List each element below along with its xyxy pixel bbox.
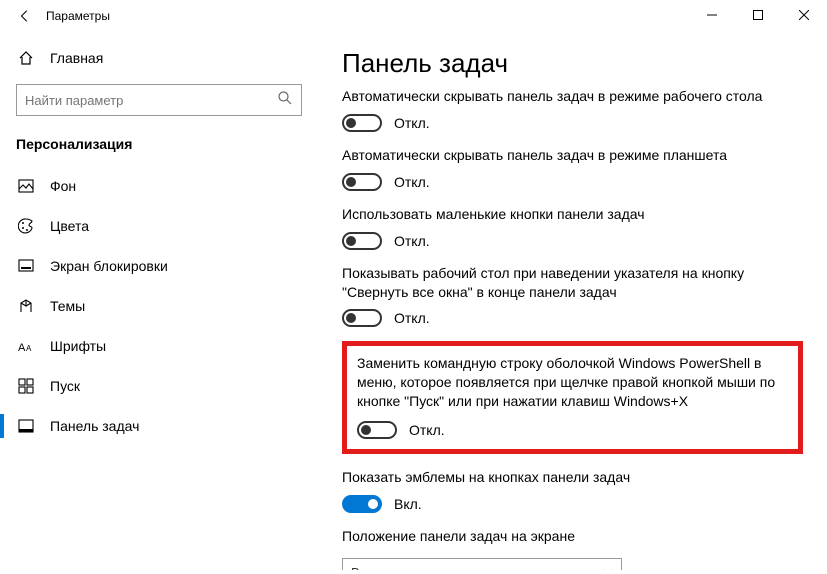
setting-description: Положение панели задач на экране [342,527,803,546]
sidebar-item-label: Фон [50,178,76,194]
toggle-powershell[interactable] [357,421,397,439]
svg-text:A: A [26,344,32,353]
setting-description: Использовать маленькие кнопки панели зад… [342,205,803,224]
sidebar: Главная Персонализация Фон Цвета Экран б… [0,32,318,574]
toggle-peek-desktop[interactable] [342,309,382,327]
page-title: Панель задач [342,48,803,79]
search-field[interactable] [25,93,277,108]
sidebar-item-label: Шрифты [50,338,106,354]
home-label: Главная [50,50,103,66]
toggle-state-label: Откл. [409,422,445,438]
start-icon [16,378,36,394]
toggle-state-label: Откл. [394,115,430,131]
toggle-state-label: Откл. [394,310,430,326]
sidebar-item-label: Цвета [50,218,89,234]
content-area: Панель задач Автоматически скрывать пане… [318,32,827,574]
chevron-down-icon [603,564,613,570]
sidebar-item-fonts[interactable]: AA Шрифты [0,326,318,366]
maximize-button[interactable] [735,0,781,30]
back-button[interactable] [10,1,40,31]
section-title: Персонализация [0,116,318,166]
search-icon [277,90,293,111]
sidebar-item-label: Темы [50,298,85,314]
sidebar-item-label: Пуск [50,378,80,394]
setting-description: Заменить командную строку оболочкой Wind… [357,354,788,411]
home-icon [16,50,36,66]
svg-text:A: A [18,342,26,353]
toggle-state-label: Вкл. [394,496,422,512]
window-controls [689,0,827,30]
search-input[interactable] [16,84,302,116]
palette-icon [16,218,36,234]
window-title: Параметры [46,9,110,23]
themes-icon [16,298,36,314]
setting-autohide-desktop: Автоматически скрывать панель задач в ре… [342,87,803,132]
picture-icon [16,178,36,194]
minimize-button[interactable] [689,0,735,30]
setting-description: Автоматически скрывать панель задач в ре… [342,146,803,165]
setting-description: Показать эмблемы на кнопках панели задач [342,468,803,487]
taskbar-icon [16,418,36,434]
toggle-badges[interactable] [342,495,382,513]
toggle-state-label: Откл. [394,174,430,190]
fonts-icon: AA [16,339,36,353]
setting-peek-desktop: Показывать рабочий стол при наведении ук… [342,264,803,328]
sidebar-item-background[interactable]: Фон [0,166,318,206]
setting-description: Автоматически скрывать панель задач в ре… [342,87,803,106]
setting-taskbar-position: Положение панели задач на экране Внизу [342,527,803,570]
sidebar-item-label: Экран блокировки [50,258,168,274]
setting-autohide-tablet: Автоматически скрывать панель задач в ре… [342,146,803,191]
toggle-autohide-desktop[interactable] [342,114,382,132]
lockscreen-icon [16,258,36,274]
toggle-autohide-tablet[interactable] [342,173,382,191]
close-button[interactable] [781,0,827,30]
setting-small-buttons: Использовать маленькие кнопки панели зад… [342,205,803,250]
sidebar-item-lockscreen[interactable]: Экран блокировки [0,246,318,286]
setting-description: Показывать рабочий стол при наведении ук… [342,264,803,302]
highlighted-setting: Заменить командную строку оболочкой Wind… [342,341,803,454]
sidebar-item-label: Панель задач [50,418,139,434]
dropdown-value: Внизу [351,565,386,570]
toggle-state-label: Откл. [394,233,430,249]
sidebar-item-themes[interactable]: Темы [0,286,318,326]
sidebar-item-start[interactable]: Пуск [0,366,318,406]
home-button[interactable]: Главная [0,42,318,74]
setting-badges: Показать эмблемы на кнопках панели задач… [342,468,803,513]
toggle-small-buttons[interactable] [342,232,382,250]
sidebar-item-colors[interactable]: Цвета [0,206,318,246]
taskbar-position-dropdown[interactable]: Внизу [342,558,622,570]
sidebar-item-taskbar[interactable]: Панель задач [0,406,318,446]
